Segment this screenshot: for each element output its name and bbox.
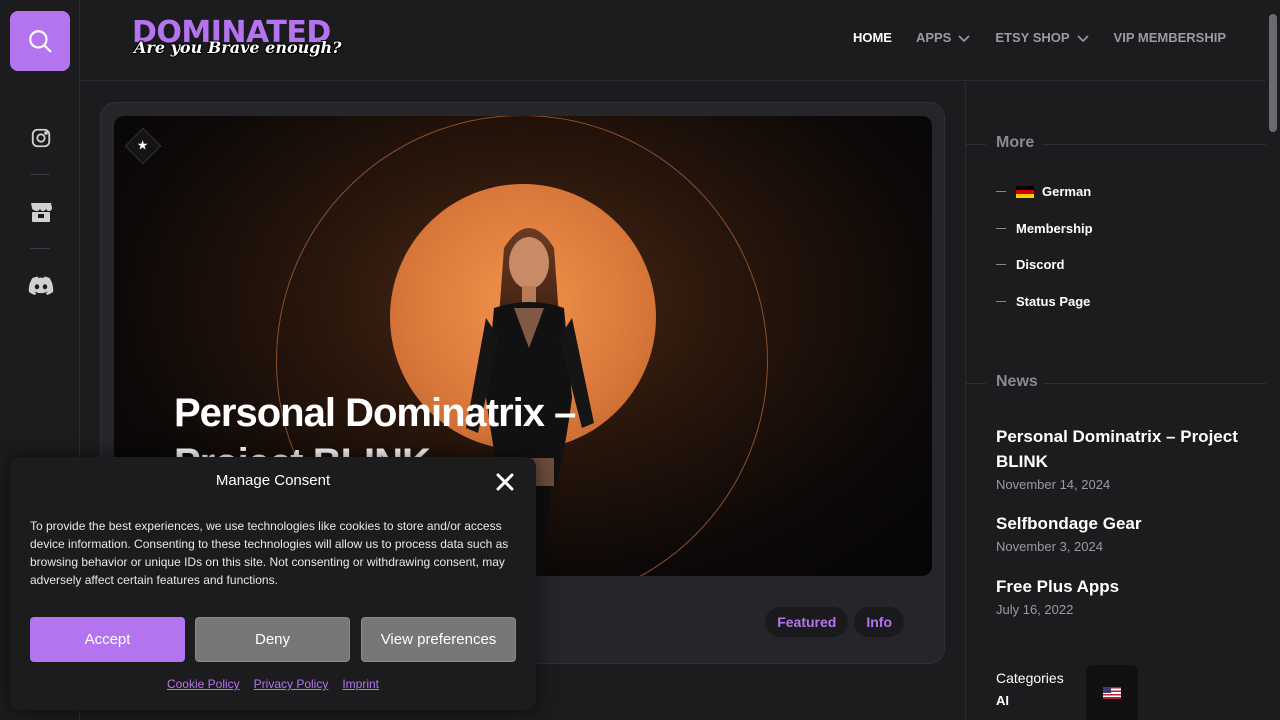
more-item-label: Discord	[1016, 257, 1065, 272]
consent-links: Cookie Policy Privacy Policy Imprint	[10, 677, 536, 691]
more-item-label: Status Page	[1016, 294, 1091, 309]
language-switcher[interactable]	[1086, 665, 1138, 720]
nav-label: VIP MEMBERSHIP	[1113, 30, 1226, 45]
view-preferences-button[interactable]: View preferences	[361, 617, 516, 662]
site-header: DOMINATED Are you Brave enough? HOME APP…	[80, 0, 1266, 81]
consent-title: Manage Consent	[215, 472, 331, 489]
star-icon: ★	[137, 138, 149, 154]
section-divider	[966, 383, 986, 384]
consent-dialog: Manage Consent To provide the best exper…	[10, 457, 536, 710]
etsy-shop-link[interactable]	[26, 197, 56, 227]
more-item-discord[interactable]: Discord	[996, 257, 1064, 272]
us-flag-icon	[1103, 686, 1121, 699]
close-icon[interactable]	[494, 471, 516, 493]
scrollbar-thumb[interactable]	[1269, 14, 1277, 132]
news-item: Selfbondage Gear November 3, 2024	[996, 511, 1246, 554]
dash-bullet	[996, 263, 1006, 266]
nav-label: HOME	[852, 30, 892, 45]
dash-bullet	[996, 300, 1006, 303]
section-divider	[966, 144, 986, 145]
instagram-link[interactable]	[26, 123, 56, 153]
etsy-shop-icon	[31, 203, 52, 222]
tag-featured[interactable]: Featured	[765, 607, 849, 637]
chevron-down-icon	[1076, 34, 1089, 42]
chevron-down-icon	[958, 34, 970, 42]
news-item-title[interactable]: Free Plus Apps	[996, 574, 1246, 599]
more-item-german[interactable]: German	[996, 184, 1091, 199]
privacy-policy-link[interactable]: Privacy Policy	[254, 677, 329, 691]
news-item-title[interactable]: Selfbondage Gear	[996, 511, 1246, 536]
discord-icon	[28, 276, 54, 295]
dash-bullet	[996, 227, 1006, 230]
deny-button[interactable]: Deny	[195, 617, 350, 662]
more-section-title: More	[996, 134, 1035, 151]
discord-link[interactable]	[26, 271, 56, 301]
dash-bullet	[996, 190, 1006, 193]
rail-divider	[30, 248, 50, 249]
logo-tagline: Are you Brave enough?	[134, 38, 342, 57]
nav-apps[interactable]: APPS	[916, 30, 971, 45]
news-item: Personal Dominatrix – Project BLINK Nove…	[996, 424, 1246, 492]
nav-vip-membership[interactable]: VIP MEMBERSHIP	[1114, 30, 1226, 45]
germany-flag-icon	[1016, 185, 1034, 198]
instagram-icon	[31, 128, 51, 148]
categories-title: Categories	[996, 670, 1064, 686]
featured-badge[interactable]: ★	[124, 127, 162, 165]
tag-info[interactable]: Info	[854, 607, 904, 637]
news-item-date: July 16, 2022	[996, 602, 1074, 617]
nav-home[interactable]: HOME	[853, 30, 892, 45]
news-section-title: News	[996, 373, 1038, 390]
news-item-date: November 3, 2024	[996, 539, 1103, 554]
rail-divider	[30, 174, 50, 175]
news-item-date: November 14, 2024	[996, 477, 1111, 492]
more-item-label: Membership	[1016, 221, 1093, 236]
more-item-membership[interactable]: Membership	[996, 221, 1093, 236]
more-item-label: German	[1042, 184, 1092, 199]
post-tags: Featured Info	[765, 607, 904, 637]
section-divider	[1042, 144, 1266, 145]
accept-button[interactable]: Accept	[30, 617, 185, 662]
imprint-link[interactable]: Imprint	[342, 677, 379, 691]
right-sidebar: More German Membership Discord Status Pa…	[965, 82, 1266, 720]
site-logo[interactable]: DOMINATED Are you Brave enough?	[132, 18, 341, 58]
news-item-title[interactable]: Personal Dominatrix – Project BLINK	[996, 424, 1246, 474]
search-button[interactable]	[10, 11, 70, 71]
cookie-policy-link[interactable]: Cookie Policy	[167, 677, 240, 691]
more-item-status-page[interactable]: Status Page	[996, 294, 1090, 309]
main-nav: HOME APPS ETSY SHOP VIP MEMBERSHIP	[853, 30, 1226, 45]
category-item[interactable]: AI	[996, 693, 1009, 708]
section-divider	[1044, 383, 1266, 384]
consent-description: To provide the best experiences, we use …	[30, 519, 509, 587]
news-item: Free Plus Apps July 16, 2022	[996, 574, 1246, 617]
page-scrollbar[interactable]	[1266, 0, 1280, 720]
nav-etsy-shop[interactable]: ETSY SHOP	[995, 30, 1089, 45]
nav-label: ETSY SHOP	[995, 30, 1070, 45]
nav-label: APPS	[915, 30, 952, 45]
search-icon	[29, 30, 52, 53]
